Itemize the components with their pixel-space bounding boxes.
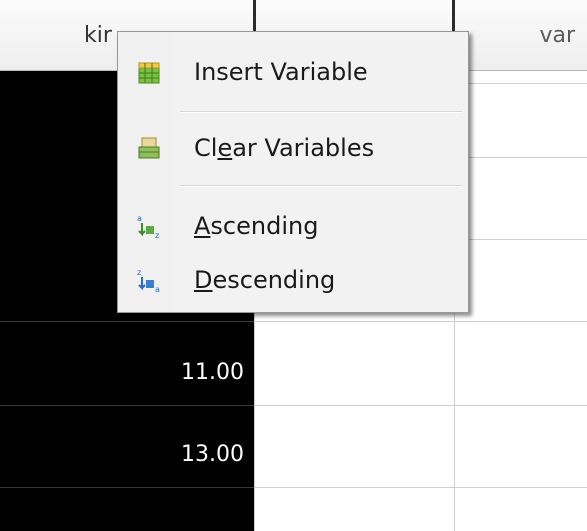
- menu-item-sort-descending[interactable]: z a Descending: [122, 258, 464, 302]
- insert-variable-icon: [122, 59, 176, 85]
- clear-variables-icon: [122, 135, 176, 161]
- svg-text:z: z: [155, 231, 159, 240]
- menu-item-label: Ascending: [194, 212, 319, 240]
- context-menu: Insert Variable Clear Variables a z Asce…: [117, 31, 469, 313]
- column-header-3[interactable]: var: [456, 0, 587, 70]
- sort-ascending-icon: a z: [122, 212, 176, 240]
- column-header-3-label: var: [539, 22, 575, 48]
- menu-separator: [180, 185, 462, 187]
- svg-text:a: a: [137, 214, 142, 223]
- row-divider: [254, 487, 587, 488]
- row-divider: [0, 405, 254, 406]
- menu-item-label: Clear Variables: [194, 134, 375, 162]
- svg-text:z: z: [137, 268, 141, 277]
- table-cell[interactable]: 11.00: [60, 353, 244, 393]
- row-divider: [254, 405, 587, 406]
- sort-descending-icon: z a: [122, 266, 176, 294]
- menu-item-label: Insert Variable: [194, 58, 368, 86]
- svg-text:a: a: [155, 285, 160, 294]
- menu-separator: [180, 111, 462, 113]
- column-header-1-label: kir: [84, 22, 112, 48]
- menu-item-sort-ascending[interactable]: a z Ascending: [122, 204, 464, 248]
- row-divider: [0, 487, 254, 488]
- row-divider: [254, 321, 587, 322]
- table-cell[interactable]: 13.00: [60, 435, 244, 475]
- row-divider: [0, 321, 254, 322]
- menu-item-insert-variable[interactable]: Insert Variable: [122, 50, 464, 94]
- menu-item-clear-variables[interactable]: Clear Variables: [122, 126, 464, 170]
- menu-item-label: Descending: [194, 266, 336, 294]
